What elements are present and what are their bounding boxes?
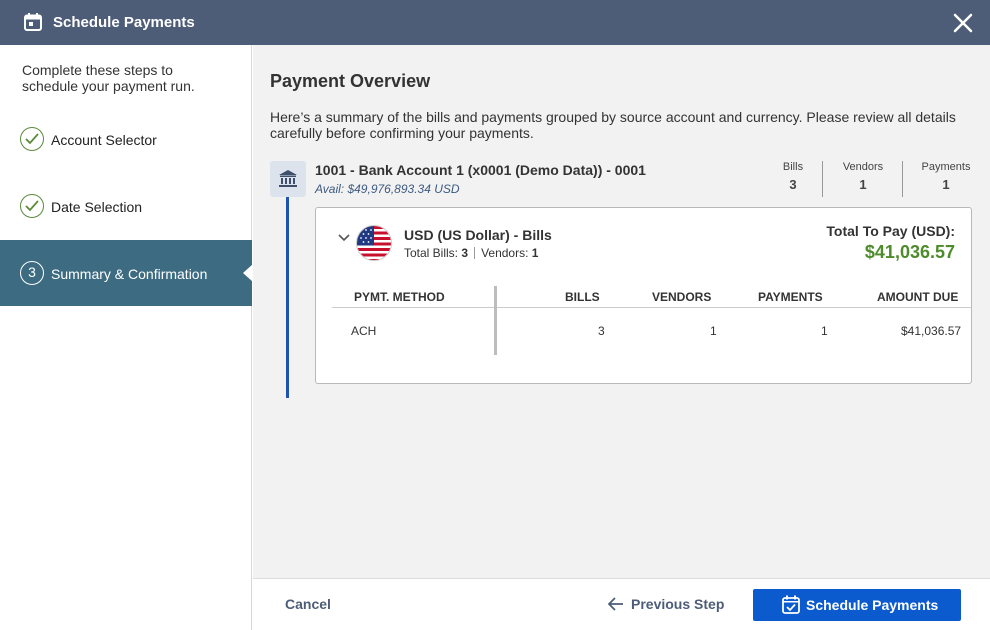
steps-sidebar: Complete these steps to schedule your pa…: [0, 45, 253, 630]
table-header: PYMT. METHOD BILLS VENDORS PAYMENTS AMOU…: [332, 286, 971, 308]
dialog-header: Schedule Payments: [0, 0, 990, 45]
cell-pymt-method: ACH: [351, 324, 377, 338]
schedule-payments-label: Schedule Payments: [806, 597, 939, 613]
stat-value: 1: [942, 177, 950, 192]
step-summary-confirmation[interactable]: 3 Summary & Confirmation: [0, 240, 253, 306]
cell-payments: 1: [821, 324, 828, 338]
account-available-balance: Avail: $49,976,893.34 USD: [315, 182, 460, 196]
check-icon: [20, 194, 44, 218]
cell-bills: 3: [598, 324, 605, 338]
step-number: 3: [20, 261, 44, 285]
main-content: Payment Overview Here’s a summary of the…: [253, 45, 990, 578]
arrow-left-icon: [608, 597, 623, 611]
cell-vendors: 1: [710, 324, 717, 338]
column-header-payments[interactable]: PAYMENTS: [758, 290, 823, 304]
currency-title: USD (US Dollar) - Bills: [404, 227, 552, 243]
total-to-pay-amount: $41,036.57: [864, 242, 955, 262]
dialog-title: Schedule Payments: [53, 14, 195, 31]
stat-bills: Bills 3: [753, 161, 833, 192]
divider: [474, 247, 476, 259]
column-header-bills[interactable]: BILLS: [565, 290, 600, 304]
page-title: Payment Overview: [270, 71, 431, 91]
step-account-selector[interactable]: Account Selector: [0, 107, 252, 173]
stat-label: Bills: [782, 161, 804, 173]
stat-label: Payments: [921, 161, 971, 173]
total-bills-label: Total Bills:: [404, 246, 459, 260]
stat-vendors: Vendors 1: [823, 161, 903, 192]
cancel-button[interactable]: Cancel: [285, 596, 331, 612]
step-label: Account Selector: [51, 132, 157, 148]
previous-step-button[interactable]: Previous Step: [606, 589, 724, 621]
account-timeline: [286, 197, 289, 398]
step-label: Date Selection: [51, 199, 143, 215]
close-icon[interactable]: [952, 12, 974, 34]
column-header-vendors[interactable]: VENDORS: [652, 290, 711, 304]
cell-amount-due: $41,036.57: [901, 324, 962, 338]
total-to-pay-label: Total To Pay (USD):: [826, 223, 955, 239]
calendar-icon: [24, 13, 42, 31]
currency-summary: Total Bills: 3 Vendors: 1: [404, 246, 538, 260]
column-header-amount-due[interactable]: AMOUNT DUE: [877, 290, 958, 304]
vendors-label: Vendors:: [481, 246, 529, 260]
table-row: ACH 3 1 1 $41,036.57: [332, 318, 971, 340]
bank-icon: [270, 161, 306, 197]
previous-step-label: Previous Step: [631, 596, 725, 612]
chevron-down-icon[interactable]: [338, 234, 350, 242]
stat-label: Vendors: [842, 161, 884, 173]
vendors-value: 1: [531, 246, 539, 260]
us-flag-icon: [356, 225, 392, 261]
check-icon: [20, 127, 44, 151]
currency-card: USD (US Dollar) - Bills Total Bills: 3 Ve…: [315, 207, 972, 384]
stat-value: 1: [859, 177, 867, 192]
step-date-selection[interactable]: Date Selection: [0, 174, 252, 240]
dialog-footer: Cancel Previous Step Schedule Payments: [253, 578, 990, 630]
stat-payments: Payments 1: [906, 161, 986, 192]
stat-value: 3: [789, 177, 797, 192]
sidebar-intro: Complete these steps to schedule your pa…: [22, 62, 195, 94]
page-description: Here’s a summary of the bills and paymen…: [270, 109, 956, 141]
schedule-payments-button[interactable]: Schedule Payments: [753, 589, 961, 621]
stat-divider: [902, 161, 903, 197]
total-bills-value: 3: [461, 246, 469, 260]
column-header-pymt-method[interactable]: PYMT. METHOD: [354, 290, 445, 304]
calendar-check-icon: [782, 595, 800, 614]
step-label: Summary & Confirmation: [51, 266, 208, 282]
active-step-indicator: [243, 264, 253, 282]
account-name: 1001 - Bank Account 1 (x0001 (Demo Data)…: [315, 162, 646, 178]
